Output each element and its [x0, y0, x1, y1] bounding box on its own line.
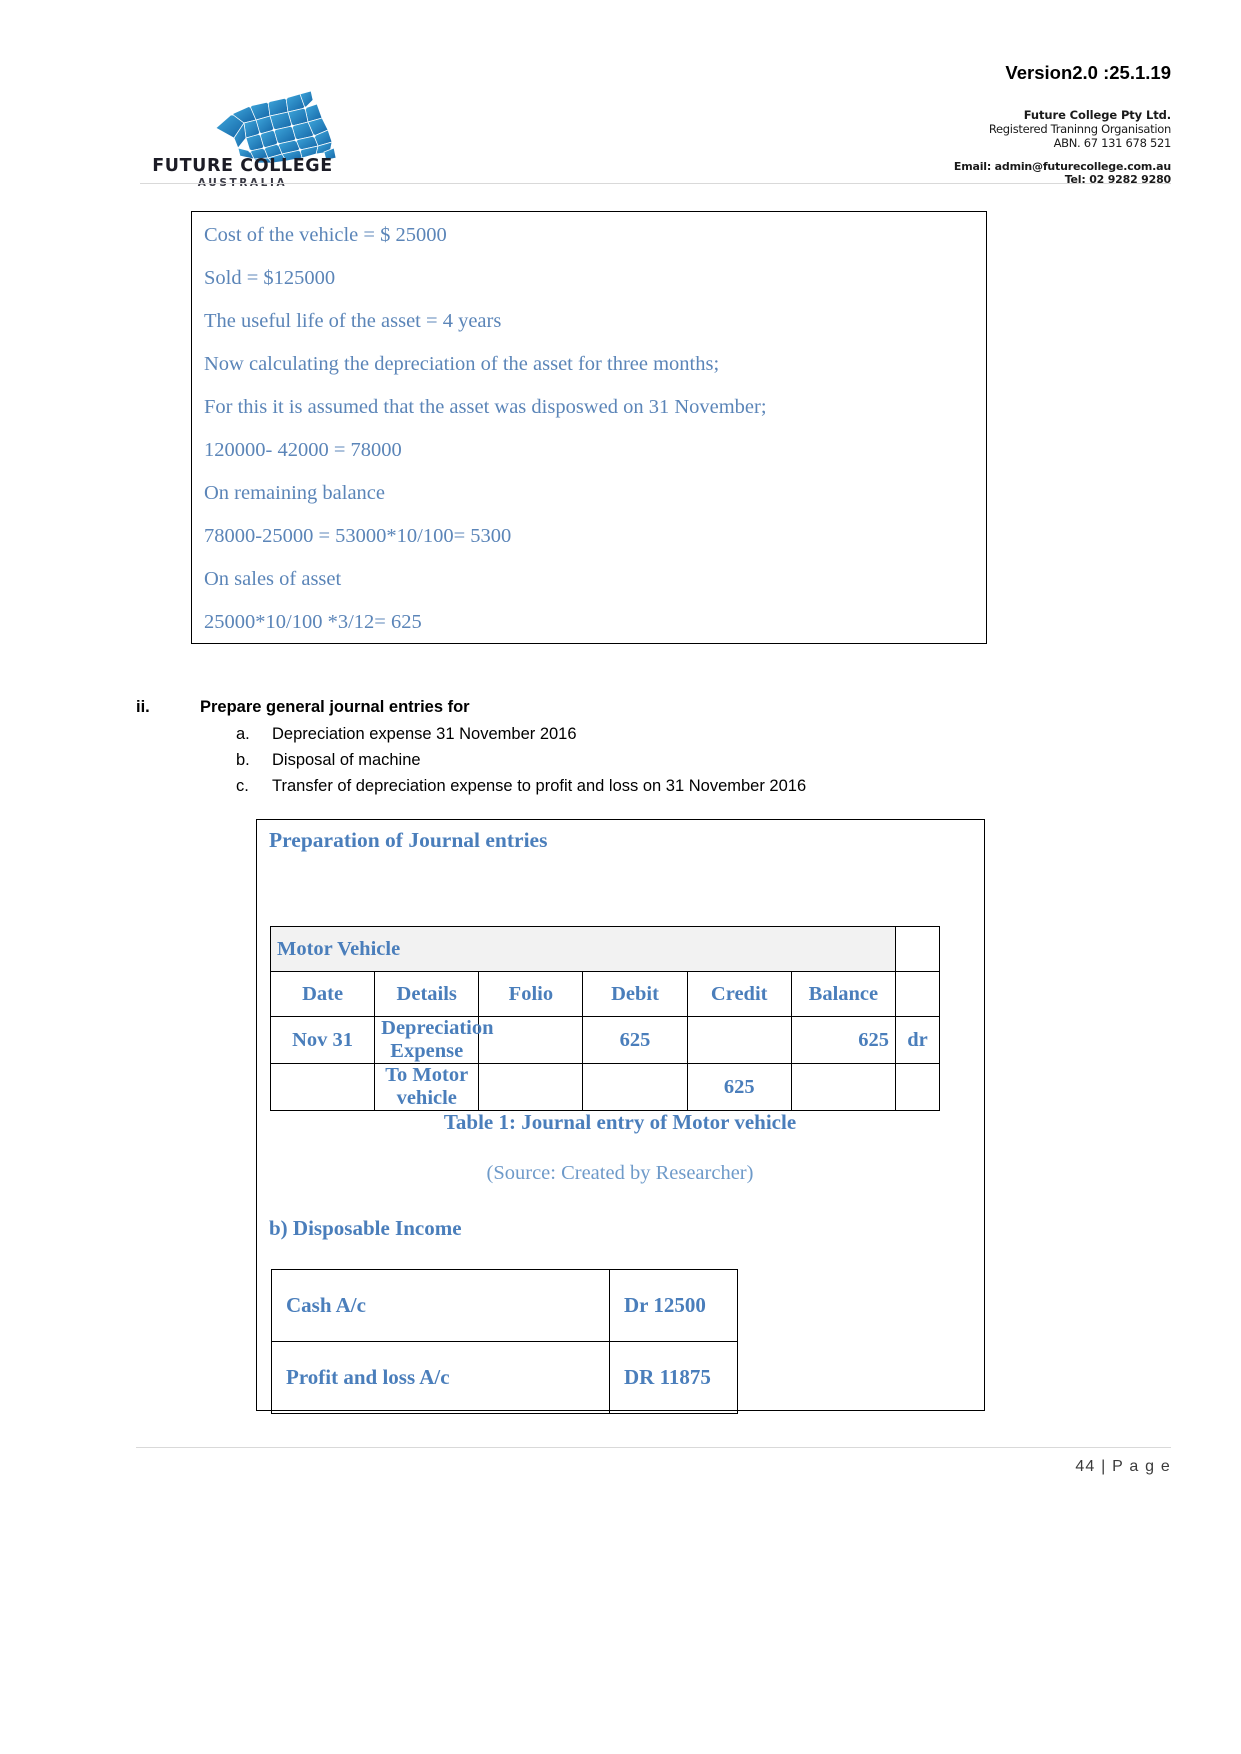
disposable-income-table: Cash A/c Dr 12500 Profit and loss A/c DR… — [271, 1269, 738, 1414]
cell-account-label: Cash A/c — [271, 1269, 610, 1342]
version-label: Version2.0 :25.1.19 — [1005, 62, 1171, 83]
cell-date: Nov 31 — [269, 1016, 376, 1064]
cell-drcr — [895, 1063, 940, 1111]
account-name-cell: Motor Vehicle — [270, 926, 896, 972]
calc-line-1: Cost of the vehicle = $ 25000 — [204, 224, 447, 246]
calc-line-6: 120000- 42000 = 78000 — [204, 439, 402, 461]
page-header: Version2.0 :25.1.19 FUTURE COLLEGE AUSTR… — [0, 0, 1241, 212]
list-item-text: Disposal of machine — [272, 751, 421, 769]
motor-vehicle-table: Motor Vehicle Date Details Folio Debit C… — [269, 926, 940, 1111]
list-item-text: Depreciation expense 31 November 2016 — [272, 725, 577, 743]
cell-account-label: Profit and loss A/c — [271, 1341, 610, 1414]
org-name: Future College Pty Ltd. — [1023, 108, 1171, 122]
table-row: Nov 31 Depreciation Expense 625 625 dr — [269, 1016, 940, 1064]
sub-heading-disposable-income: b) Disposable Income — [269, 1216, 462, 1240]
table-row: Cash A/c Dr 12500 — [271, 1269, 738, 1342]
list-item: b. Disposal of machine — [236, 751, 1096, 777]
table-source-note: (Source: Created by Researcher) — [486, 1162, 754, 1184]
logo-wordmark: FUTURE COLLEGE — [152, 156, 333, 176]
list-marker: a. — [236, 725, 250, 743]
org-email: Email: admin@futurecollege.com.au — [953, 160, 1171, 174]
table-row: Profit and loss A/c DR 11875 — [271, 1341, 738, 1414]
australia-map-icon — [215, 90, 337, 164]
calc-line-4: Now calculating the depreciation of the … — [204, 353, 720, 375]
table-account-row: Motor Vehicle — [270, 926, 940, 972]
column-header-credit: Credit — [686, 971, 792, 1017]
table-row: To Motor vehicle 625 — [269, 1063, 940, 1111]
calc-line-5: For this it is assumed that the asset wa… — [204, 396, 767, 418]
column-header-drcr — [895, 971, 940, 1017]
cell-details: To Motor vehicle — [374, 1063, 480, 1111]
list-item: c. Transfer of depreciation expense to p… — [236, 777, 1096, 803]
cell-folio — [478, 1063, 584, 1111]
calc-line-7: On remaining balance — [204, 482, 386, 504]
journal-entries-box: Preparation of Journal entries Motor Veh… — [256, 819, 985, 1414]
cell-debit: 625 — [582, 1016, 688, 1064]
future-college-logo: FUTURE COLLEGE AUSTRALIA — [150, 88, 350, 189]
org-abn: ABN. 67 131 678 521 — [1053, 136, 1172, 151]
calc-line-2: Sold = $125000 — [204, 267, 336, 289]
cell-drcr: dr — [895, 1016, 940, 1064]
calc-line-8: 78000-25000 = 53000*10/100= 5300 — [204, 525, 512, 547]
org-rto: Registered Traninng Organisation — [988, 122, 1171, 137]
account-row-spacer — [895, 926, 940, 972]
table-header-row: Date Details Folio Debit Credit Balance — [269, 971, 940, 1017]
cell-folio — [478, 1016, 584, 1064]
organisation-details: Future College Pty Ltd. Registered Trani… — [954, 108, 1171, 187]
calc-line-10: 25000*10/100 *3/12= 625 — [204, 611, 422, 633]
list-item-text: Transfer of depreciation expense to prof… — [272, 777, 807, 795]
table-caption: Table 1: Journal entry of Motor vehicle — [443, 1110, 797, 1134]
cell-account-value: DR 11875 — [609, 1341, 738, 1414]
cell-credit — [686, 1016, 792, 1064]
column-header-debit: Debit — [582, 971, 688, 1017]
section-sub-list: a. Depreciation expense 31 November 2016… — [236, 725, 1096, 803]
list-marker: b. — [236, 751, 250, 769]
header-divider — [140, 183, 1171, 184]
section-heading: Prepare general journal entries for — [200, 698, 470, 716]
column-header-balance: Balance — [790, 971, 897, 1017]
list-marker: c. — [236, 777, 249, 795]
calc-line-3: The useful life of the asset = 4 years — [204, 310, 502, 332]
cell-date — [269, 1063, 376, 1111]
cell-credit: 625 — [686, 1063, 792, 1111]
page-number: 44 | P a g e — [1075, 1458, 1171, 1475]
column-header-date: Date — [269, 971, 376, 1017]
cell-balance: 625 — [790, 1016, 897, 1064]
column-header-folio: Folio — [478, 971, 584, 1017]
cell-balance — [790, 1063, 897, 1111]
cell-account-value: Dr 12500 — [609, 1269, 738, 1342]
document-page: Version2.0 :25.1.19 FUTURE COLLEGE AUSTR… — [0, 0, 1241, 1754]
journal-box-title: Preparation of Journal entries — [269, 828, 548, 852]
list-item: a. Depreciation expense 31 November 2016 — [236, 725, 1096, 751]
column-header-details: Details — [374, 971, 480, 1017]
calculation-box: Cost of the vehicle = $ 25000 Sold = $12… — [191, 211, 987, 644]
cell-details: Depreciation Expense — [374, 1016, 494, 1064]
footer-divider — [136, 1447, 1171, 1448]
org-telephone: Tel: 02 9282 9280 — [1064, 173, 1172, 187]
calc-line-9: On sales of asset — [204, 568, 342, 590]
section-numeral: ii. — [136, 698, 150, 716]
cell-debit — [582, 1063, 688, 1111]
